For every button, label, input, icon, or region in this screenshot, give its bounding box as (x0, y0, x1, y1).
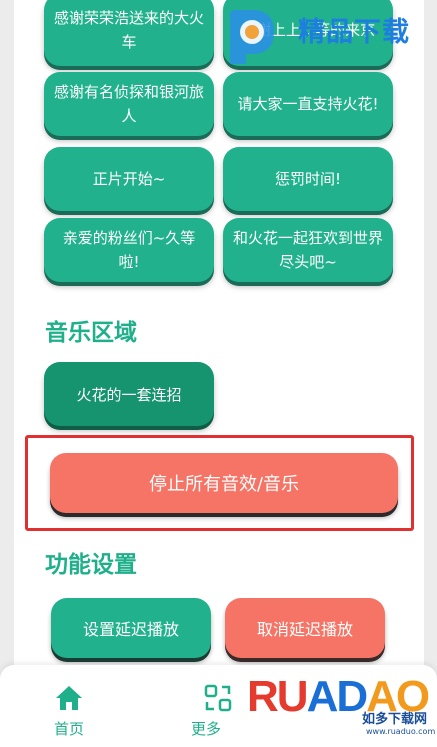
sound-button-3[interactable]: 感谢有名侦探和银河旅人 (44, 72, 214, 136)
watermark-brand-ad: AD (306, 672, 369, 721)
sound-button-label: 感谢有名侦探和银河旅人 (54, 83, 205, 125)
sound-button-label: 和火花一起狂欢到世界尽头吧~ (233, 229, 384, 271)
sound-button-4[interactable]: 请大家一直支持火花! (223, 72, 393, 136)
watermark-cn-text: 如多下载网 (362, 712, 428, 727)
set-delay-button[interactable]: 设置延迟播放 (51, 598, 211, 658)
sound-button-label: 感谢荣荣浩送来的大火车 (54, 9, 205, 51)
watermark-logo-icon (230, 10, 274, 64)
watermark-top-text: 精品下载 (298, 17, 410, 48)
sound-button-1[interactable]: 感谢荣荣浩送来的大火车 (44, 0, 214, 66)
sound-button-label: 亲爱的粉丝们~久等啦! (62, 229, 196, 271)
sound-button-7[interactable]: 亲爱的粉丝们~久等啦! (44, 218, 214, 282)
sound-button-6[interactable]: 惩罚时间! (223, 147, 393, 211)
watermark-brand-r: RU (247, 672, 309, 721)
sound-button-label: 正片开始~ (92, 170, 166, 188)
sound-button-5[interactable]: 正片开始~ (44, 147, 214, 211)
nav-item-home[interactable]: 首页 (24, 665, 114, 747)
nav-label-home: 首页 (53, 720, 84, 738)
sound-button-label: 惩罚时间! (274, 170, 341, 188)
apps-icon (204, 684, 232, 712)
cancel-delay-button[interactable]: 取消延迟播放 (225, 598, 385, 658)
combo-music-button[interactable]: 火花的一套连招 (44, 362, 214, 426)
music-section-title: 音乐区域 (45, 320, 137, 346)
sound-button-label: 请大家一直支持火花! (237, 95, 379, 113)
stop-all-button[interactable]: 停止所有音效/音乐 (50, 453, 398, 513)
sound-button-8[interactable]: 和火花一起狂欢到世界尽头吧~ (223, 218, 393, 282)
home-icon (56, 686, 82, 710)
nav-label-more: 更多 (190, 720, 221, 738)
watermark-url: www.ruaduo.com (366, 727, 436, 736)
app-page: 感谢荣荣浩送来的大火车 感谢上上...等的来京 感谢有名侦探和银河旅人 请大家一… (0, 0, 437, 747)
settings-section-title: 功能设置 (45, 552, 137, 578)
